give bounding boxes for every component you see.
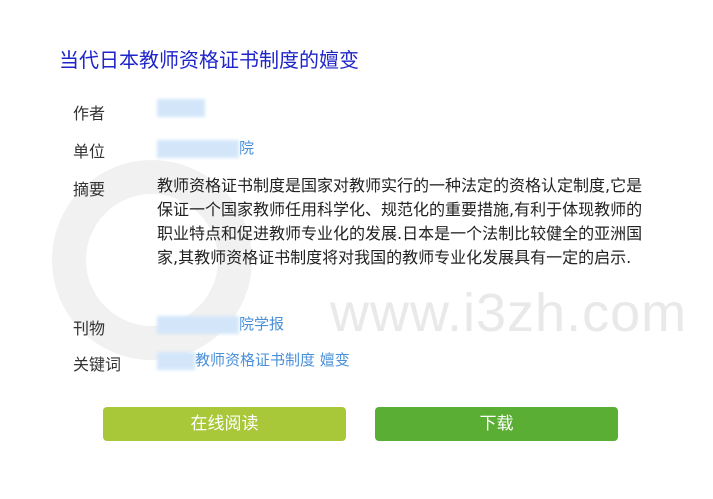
download-button[interactable]: 下载 xyxy=(375,407,618,441)
journal-label: 刊物 xyxy=(73,319,106,338)
redacted-author xyxy=(157,98,205,117)
keywords-label: 关键词 xyxy=(73,355,122,374)
journal-suffix: 院学报 xyxy=(239,315,285,333)
watermark-text: www.i3zh.com xyxy=(330,283,688,343)
abstract-text: 教师资格证书制度是国家对教师实行的一种法定的资格认定制度,它是保证一个国家教师任… xyxy=(157,176,643,267)
keywords-text: 教师资格证书制度 嬗变 xyxy=(195,351,350,369)
unit-label: 单位 xyxy=(73,142,106,161)
redacted-journal xyxy=(157,315,239,334)
unit-suffix: 院 xyxy=(239,139,255,157)
keywords-value[interactable]: 教师资格证书制度 嬗变 xyxy=(157,349,350,370)
author-value[interactable] xyxy=(157,98,205,117)
author-label: 作者 xyxy=(73,104,106,123)
page-title: 当代日本教师资格证书制度的嬗变 xyxy=(59,48,359,72)
redacted-unit xyxy=(157,139,239,158)
read-online-button[interactable]: 在线阅读 xyxy=(103,407,346,441)
redacted-keyword xyxy=(157,351,195,370)
abstract-label: 摘要 xyxy=(73,180,106,199)
journal-value[interactable]: 院学报 xyxy=(157,313,284,334)
unit-value[interactable]: 院 xyxy=(157,137,254,158)
